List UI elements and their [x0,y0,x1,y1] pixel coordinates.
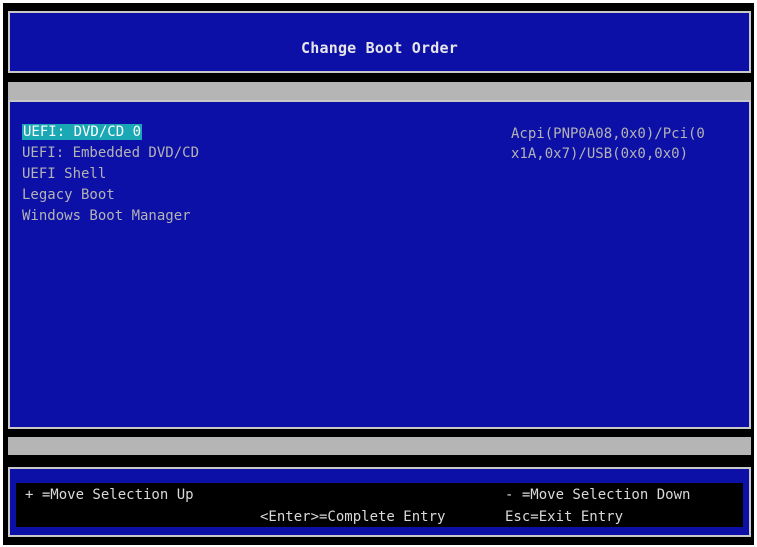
boot-option-label: UEFI: Embedded DVD/CD [22,145,200,161]
complete-entry-hint: <Enter>=Complete Entry [260,509,446,525]
move-up-hint: + =Move Selection Up [25,487,194,503]
boot-order-panel: UEFI: DVD/CD 0 UEFI: Embedded DVD/CD UEF… [8,100,751,429]
page-title: Change Boot Order [301,39,458,57]
exit-entry-hint: Esc=Exit Entry [505,509,624,525]
boot-option-list: UEFI: DVD/CD 0 UEFI: Embedded DVD/CD UEF… [22,122,199,227]
header-panel: Change Boot Order [8,11,751,73]
boot-option-label: UEFI Shell [22,166,107,182]
device-path-line-2: x1A,0x7)/USB(0x0,0x0) [511,146,689,162]
move-down-hint: - =Move Selection Down [505,487,691,503]
bottom-separator-bar [8,437,751,455]
top-separator-bar [8,82,751,100]
boot-option-label: Legacy Boot [22,187,115,203]
boot-option-windows-boot-manager[interactable]: Windows Boot Manager [22,206,199,227]
boot-option-uefi-shell[interactable]: UEFI Shell [22,164,199,185]
key-help-footer: + =Move Selection Up - =Move Selection D… [8,467,751,537]
boot-option-legacy-boot[interactable]: Legacy Boot [22,185,199,206]
boot-option-label: UEFI: DVD/CD 0 [22,124,143,140]
boot-option-uefi-dvd-cd-0[interactable]: UEFI: DVD/CD 0 [22,122,199,143]
key-help-area: + =Move Selection Up - =Move Selection D… [16,483,743,527]
bios-screen: Change Boot Order UEFI: DVD/CD 0 UEFI: E… [3,3,754,545]
boot-option-uefi-embedded-dvd-cd[interactable]: UEFI: Embedded DVD/CD [22,143,199,164]
boot-option-label: Windows Boot Manager [22,208,191,224]
device-path-help: Acpi(PNP0A08,0x0)/Pci(0 x1A,0x7)/USB(0x0,… [511,124,741,164]
device-path-line-1: Acpi(PNP0A08,0x0)/Pci(0 [511,126,705,142]
